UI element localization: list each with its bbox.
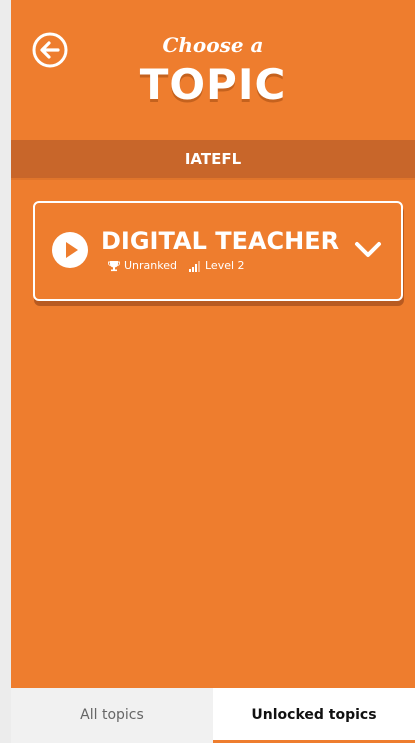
page-title: TOPIC: [139, 60, 287, 109]
tab-all-topics[interactable]: All topics: [11, 688, 213, 743]
signal-bars-icon: [189, 260, 201, 272]
trophy-icon: [108, 260, 120, 272]
title-small: Choose a: [162, 33, 264, 57]
rank-label: Unranked: [124, 259, 177, 272]
level-label: Level 2: [205, 259, 245, 272]
chevron-down-icon[interactable]: [353, 239, 383, 261]
topic-card-digital-teacher[interactable]: DIGITAL TEACHER Unranked Level 2: [33, 201, 403, 301]
app-screen: Choose a TOPIC IATEFL DIGITAL TEACHER Un…: [0, 0, 415, 743]
topic-meta: Unranked Level 2: [108, 259, 245, 273]
topic-title: DIGITAL TEACHER: [101, 227, 340, 255]
tab-unlocked-label: Unlocked topics: [251, 707, 377, 723]
play-icon[interactable]: [52, 232, 88, 268]
topic-panel: Choose a TOPIC IATEFL DIGITAL TEACHER Un…: [11, 0, 415, 688]
section-header: IATEFL: [11, 140, 415, 178]
tab-unlocked-topics[interactable]: Unlocked topics: [213, 688, 415, 743]
bottom-tab-bar: All topics Unlocked topics: [11, 688, 415, 743]
